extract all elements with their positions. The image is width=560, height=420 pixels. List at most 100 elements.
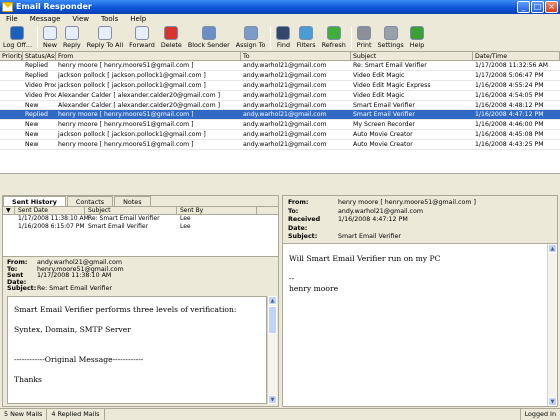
row-status: Replied [25,71,48,79]
forward-button[interactable]: Forward [126,25,158,52]
history-by: Lee [180,223,191,230]
col-priority[interactable]: Priority [0,52,23,60]
row-to: andy.warhol21@gmail.com [243,121,327,129]
message-grid: Priority Status/Assigned To From To Subj… [0,52,560,174]
message-row[interactable]: Replied henry moore [ henry.moore51@gmail… [0,110,560,121]
new-button[interactable]: New [40,25,60,52]
col-date[interactable]: Date/Time [473,52,560,60]
tab-contacts[interactable]: Contacts [66,196,114,206]
binoculars-icon [276,26,291,40]
scroll-up-icon[interactable]: ▲ [548,244,557,253]
row-subject: Re: Smart Email Verifier [353,62,427,69]
reply-to-all-button[interactable]: Reply To All [84,25,126,52]
row-from: Alexander Calder [ alexander.calder20@gm… [58,91,220,99]
row-from: jackson pollock [ jackson.pollock1@gmail… [58,81,206,89]
menu-view[interactable]: View [66,14,95,25]
col-from[interactable]: From [56,52,241,60]
toolbar-separator [350,27,352,49]
sent-body-scrollbar[interactable]: ▲ ▼ [267,296,277,404]
assign-to-button[interactable]: Assign To [233,25,269,52]
toolbar-label: Delete [160,41,182,49]
row-status: Video Product [25,91,56,99]
row-priority [0,71,23,80]
reply-button[interactable]: Reply [60,25,84,52]
assign-to-icon [243,26,258,40]
toolbar-label: Refresh [321,41,346,49]
menu-help[interactable]: Help [124,14,152,25]
filters-button[interactable]: Filters [293,25,318,52]
scroll-down-icon[interactable]: ▼ [548,397,557,406]
sent-message-body[interactable]: Smart Email Verifier performs three leve… [7,296,267,404]
find-button[interactable]: Find [273,25,293,52]
row-date: 1/16/2008 4:55:24 PM [475,81,544,89]
history-date: 1/17/2008 11:38:10 AM [18,215,89,222]
row-priority [0,130,23,139]
tab-sent-history[interactable]: Sent History [3,196,66,206]
message-row[interactable]: Replied henry moore [ henry.moore51@gmail… [0,61,560,71]
row-date: 1/16/2008 4:43:25 PM [475,141,544,149]
row-from: henry moore [ henry.moore51@gmail.com ] [58,62,194,69]
row-priority [0,140,23,149]
help-button[interactable]: Help [407,25,428,52]
toolbar-separator [36,27,38,49]
print-button[interactable]: Print [354,25,375,52]
menu-file[interactable]: File [0,14,24,25]
message-row[interactable]: New Alexander Calder [ alexander.calder20… [0,101,560,111]
row-priority [0,81,23,90]
history-date: 1/16/2008 6:15:07 PM [18,223,85,230]
body-line: -- [289,274,295,283]
sort-arrow-icon[interactable]: ▼ [3,207,15,214]
block-sender-button[interactable]: Block Sender [185,25,233,52]
history-row[interactable]: 1/17/2008 11:38:10 AM Re: Smart Email Ve… [3,215,278,223]
row-to: andy.warhol21@gmail.com [243,141,327,149]
row-priority [0,120,23,129]
maximize-button[interactable]: □ [531,1,544,13]
scroll-up-icon[interactable]: ▲ [268,296,277,305]
pane-splitter[interactable] [0,174,560,194]
status-replied-mails: 4 Replied Mails [47,409,105,420]
hist-col-subject[interactable]: Subject [85,207,177,214]
message-row[interactable]: Video Productjackson pollock [ jackson.p… [0,81,560,91]
toolbar-label: Log Off... [3,41,32,49]
history-row[interactable]: 1/16/2008 6:15:07 PM Smart Email Verifie… [3,223,278,231]
message-row[interactable]: Replied jackson pollock [ jackson.pollock… [0,71,560,81]
message-row[interactable]: New henry moore [ henry.moore51@gmail.com… [0,140,560,151]
delete-button[interactable]: Delete [158,25,185,52]
col-status[interactable]: Status/Assigned To [23,52,56,60]
filter-icon [299,26,314,40]
menu-tools[interactable]: Tools [95,14,124,25]
toolbar-label: Forward [129,41,155,49]
scroll-thumb[interactable] [268,306,277,334]
message-row[interactable]: New henry moore [ henry.moore51@gmail.com… [0,120,560,131]
reply-all-icon [97,26,112,40]
hist-col-by[interactable]: Sent By [177,207,257,214]
message-row[interactable]: Video ProductAlexander Calder [ alexande… [0,91,560,101]
close-button[interactable]: × [545,1,558,13]
printer-icon [357,26,372,40]
logoff-icon [10,26,25,40]
row-subject: Video Edit Magic [353,91,405,99]
preview-from-label: From: [288,199,309,206]
hist-col-date[interactable]: Sent Date [15,207,85,214]
row-date: 1/16/2008 4:47:12 PM [475,111,544,119]
row-priority [0,91,23,100]
row-priority [0,61,23,70]
refresh-icon [326,26,341,40]
minimize-button[interactable]: _ [517,1,530,13]
row-from: jackson pollock [ jackson.pollock1@gmail… [58,131,206,139]
message-row[interactable]: New jackson pollock [ jackson.pollock1@gm… [0,130,560,141]
menu-message[interactable]: Message [24,14,67,25]
menu-bar: File Message View Tools Help [0,14,560,25]
history-header: ▼ Sent Date Subject Sent By [3,207,278,215]
tab-notes[interactable]: Notes [114,196,151,206]
refresh-button[interactable]: Refresh [319,25,349,52]
preview-scrollbar[interactable]: ▲ ▼ [547,244,557,406]
log-off-button[interactable]: Log Off... [0,25,35,52]
history-subject: Re: Smart Email Verifier [88,215,160,222]
row-subject: Video Edit Magic Express [353,81,431,89]
col-subject[interactable]: Subject [351,52,473,60]
scroll-down-icon[interactable]: ▼ [268,395,277,404]
col-to[interactable]: To [241,52,351,60]
preview-body[interactable]: Will Smart Email Verifier run on my PC --… [283,244,557,304]
settings-button[interactable]: Settings [374,25,406,52]
